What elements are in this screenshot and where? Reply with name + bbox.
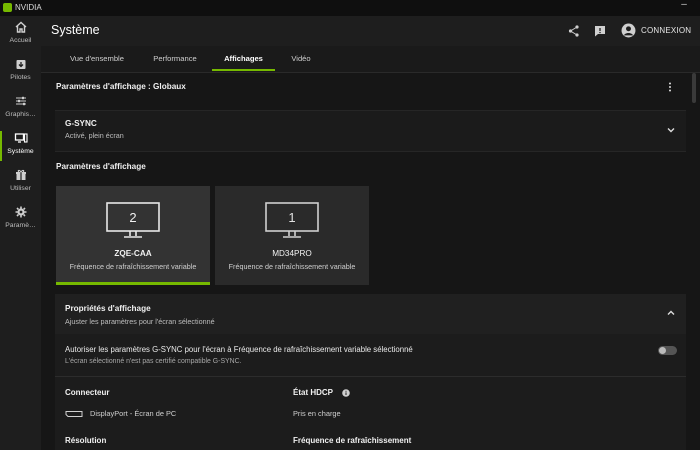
- hdcp-value: Pris en charge: [293, 409, 341, 418]
- hdcp-label: État HDCP: [293, 388, 334, 397]
- display-properties-subtitle: Ajuster les paramètres pour l'écran séle…: [65, 317, 215, 326]
- monitor-desc: Fréquence de rafraîchissement variable: [69, 262, 197, 271]
- avatar-icon[interactable]: [621, 23, 636, 38]
- main-content: Paramètres d'affichage : Globaux G-SYNC …: [41, 73, 700, 450]
- nvidia-logo-icon: [3, 3, 12, 12]
- tab-affichages[interactable]: Affichages: [212, 46, 275, 71]
- tab-video[interactable]: Vidéo: [278, 46, 324, 71]
- sidebar-item-label: Paramè…: [5, 222, 36, 229]
- sidebar-item-accueil[interactable]: Accueil: [0, 18, 41, 54]
- app-title: NVIDIA: [15, 3, 42, 12]
- scrollbar[interactable]: [692, 73, 696, 103]
- gsync-setting-title: Autoriser les paramètres G-SYNC pour l'é…: [65, 345, 413, 354]
- tab-vue-ensemble[interactable]: Vue d'ensemble: [57, 46, 137, 71]
- sidebar-item-label: Pilotes: [10, 74, 31, 81]
- sidebar-item-label: Graphis…: [5, 111, 36, 118]
- monitor-name: MD34PRO: [272, 249, 312, 258]
- gsync-title: G-SYNC: [65, 119, 97, 128]
- gsync-setting-subtitle: L'écran sélectionné n'est pas certifié c…: [65, 358, 242, 365]
- display-properties-title: Propriétés d'affichage: [65, 304, 151, 313]
- sidebar-item-label: Système: [7, 148, 34, 155]
- monitor-icon: [14, 133, 28, 143]
- info-icon[interactable]: [342, 389, 350, 397]
- display-properties-header[interactable]: Propriétés d'affichage Ajuster les param…: [55, 294, 686, 334]
- monitor-desc: Fréquence de rafraîchissement variable: [228, 262, 356, 271]
- monitor-icon: 1: [265, 202, 319, 238]
- tab-bar: Vue d'ensemble Performance Affichages Vi…: [41, 46, 700, 73]
- chevron-down-icon[interactable]: [666, 125, 676, 135]
- sidebar-item-graphismes[interactable]: Graphis…: [0, 92, 41, 128]
- gift-icon: [15, 169, 26, 180]
- monitor-card-md34pro[interactable]: 1 MD34PRO Fréquence de rafraîchissement …: [215, 186, 369, 285]
- minimize-button[interactable]: –: [678, 0, 690, 12]
- monitor-icon: 2: [106, 202, 160, 238]
- driver-icon: [16, 60, 25, 69]
- sidebar-item-utiliser[interactable]: Utiliser: [0, 166, 41, 202]
- sliders-icon: [15, 96, 26, 106]
- toggle-knob: [659, 347, 666, 354]
- monitor-number: 2: [129, 210, 136, 225]
- share-icon[interactable]: [567, 24, 581, 38]
- gsync-toggle[interactable]: [658, 346, 677, 355]
- display-settings-global-title: Paramètres d'affichage : Globaux: [56, 82, 186, 91]
- sidebar-item-parametres[interactable]: Paramè…: [0, 203, 41, 239]
- connector-value: DisplayPort - Écran de PC: [90, 409, 177, 418]
- display-properties-panel: Propriétés d'affichage Ajuster les param…: [55, 294, 686, 450]
- gsync-status: Activé, plein écran: [65, 131, 124, 140]
- home-icon: [15, 21, 26, 33]
- sidebar-item-systeme[interactable]: Système: [0, 129, 41, 165]
- sidebar: Accueil Pilotes Graphis… Système Utilise…: [0, 16, 41, 450]
- resolution-label: Résolution: [65, 436, 107, 445]
- monitor-name: ZQE-CAA: [114, 249, 152, 258]
- monitor-number: 1: [288, 210, 295, 225]
- feedback-icon[interactable]: [593, 24, 607, 38]
- more-options-icon[interactable]: [665, 82, 675, 92]
- chevron-up-icon[interactable]: [666, 308, 676, 318]
- refresh-rate-label: Fréquence de rafraîchissement: [293, 436, 412, 445]
- tab-performance[interactable]: Performance: [141, 46, 209, 71]
- page-header: Système CONNEXION: [41, 16, 700, 46]
- sidebar-item-label: Utiliser: [10, 185, 31, 192]
- divider: [55, 376, 686, 377]
- display-settings-section-title: Paramètres d'affichage: [56, 162, 146, 171]
- title-bar: NVIDIA –: [0, 0, 700, 16]
- connexion-button[interactable]: CONNEXION: [641, 26, 691, 35]
- sidebar-item-pilotes[interactable]: Pilotes: [0, 55, 41, 91]
- page-title: Système: [51, 23, 100, 37]
- connector-label: Connecteur: [65, 388, 110, 397]
- gear-icon: [15, 206, 26, 218]
- monitor-card-zqe-caa[interactable]: 2 ZQE-CAA Fréquence de rafraîchissement …: [56, 186, 210, 285]
- displayport-icon: [65, 411, 83, 417]
- sidebar-item-label: Accueil: [9, 37, 32, 44]
- gsync-row[interactable]: G-SYNC Activé, plein écran: [55, 110, 686, 152]
